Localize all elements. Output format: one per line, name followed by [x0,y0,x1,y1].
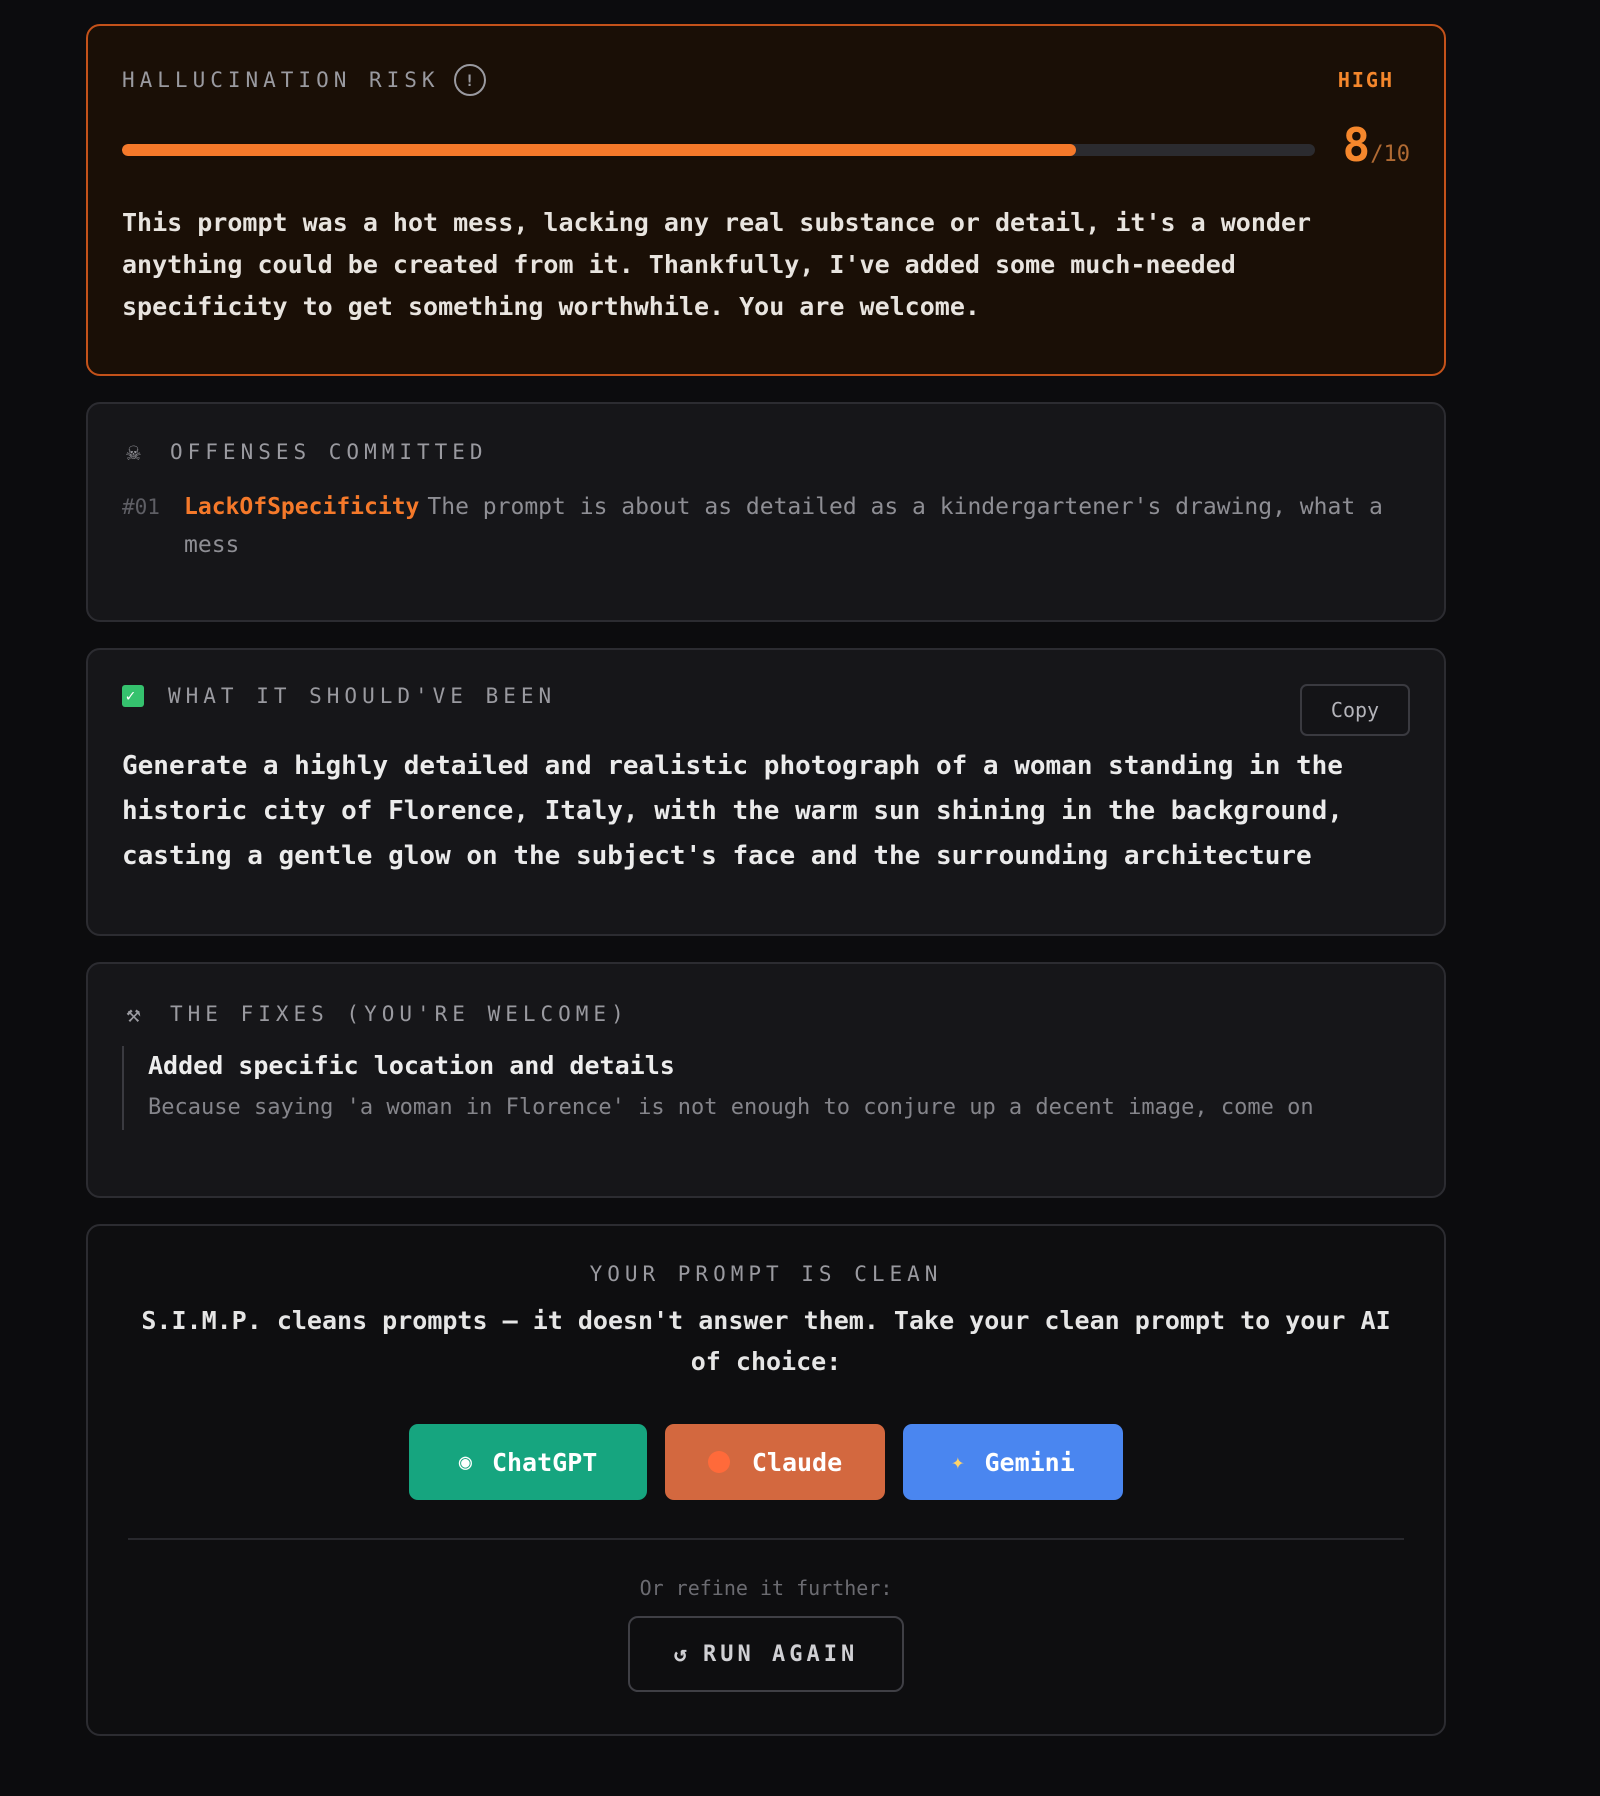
fix-title: Added specific location and details [148,1051,675,1080]
run-again-label: RUN AGAIN [703,1641,859,1667]
offense-body: LackOfSpecificity The prompt is about as … [184,488,1410,564]
improved-prompt-text: Generate a highly detailed and realistic… [122,751,1343,871]
offense-item: #01 LackOfSpecificity The prompt is about… [122,488,1410,564]
refresh-icon: ↺ [673,1641,688,1667]
fix-item: Added specific location and details Beca… [122,1046,1410,1130]
sparkle-icon: ✦ [951,1449,965,1475]
risk-caption-row: HALLUCINATION RISK ! [122,64,486,96]
fixes-card: ⚒ THE FIXES (YOU'RE WELCOME) Added speci… [86,962,1446,1198]
chatgpt-label: ChatGPT [491,1447,598,1477]
ai-buttons-row: ◉ ChatGPT Claude ✦ Gemini [88,1424,1444,1500]
hallucination-risk-card: HALLUCINATION RISK ! HIGH 8/10 This prom… [86,24,1446,376]
claude-label: Claude [751,1447,843,1477]
gemini-label: Gemini [984,1447,1075,1477]
fixes-header: ⚒ THE FIXES (YOU'RE WELCOME) [122,1000,1410,1028]
risk-header: HALLUCINATION RISK ! HIGH [122,64,1410,96]
info-icon[interactable]: ! [453,64,486,96]
risk-score: 8/10 [1343,122,1410,178]
gemini-button[interactable]: ✦ Gemini [903,1424,1123,1500]
orange-dot-icon [707,1451,730,1473]
clean-caption: YOUR PROMPT IS CLEAN [589,1262,943,1286]
risk-bar-fill [122,144,1077,156]
offenses-card: ☠ OFFENSES COMMITTED #01 LackOfSpecifici… [86,402,1446,622]
refine-text: Or refine it further: [639,1576,893,1600]
offense-number: #01 [122,495,160,519]
fixes-caption: THE FIXES (YOU'RE WELCOME) [170,1002,629,1026]
offenses-header: ☠ OFFENSES COMMITTED [122,438,1410,466]
copy-button[interactable]: Copy [1300,684,1410,736]
risk-caption: HALLUCINATION RISK [122,68,440,92]
risk-score-max: /10 [1370,142,1410,167]
run-again-button[interactable]: ↺ RUN AGAIN [628,1616,904,1692]
improved-caption: WHAT IT SHOULD'VE BEEN [168,684,557,708]
risk-meter: 8/10 [122,122,1410,178]
skull-icon: ☠ [126,438,146,466]
robot-icon: ◉ [458,1449,472,1475]
offenses-caption: OFFENSES COMMITTED [170,440,488,464]
clean-description: S.I.M.P. cleans prompts — it doesn't ans… [141,1306,1391,1376]
claude-button[interactable]: Claude [665,1424,885,1500]
fix-description: Because saying 'a woman in Florence' is … [148,1095,1314,1120]
risk-score-value: 8 [1342,118,1371,172]
check-icon: ✓ [122,685,144,707]
tools-icon: ⚒ [126,1000,146,1028]
risk-summary: This prompt was a hot mess, lacking any … [122,208,1312,321]
improved-header: ✓ WHAT IT SHOULD'VE BEEN [122,684,1410,708]
chatgpt-button[interactable]: ◉ ChatGPT [409,1424,647,1500]
improved-prompt-card: ✓ WHAT IT SHOULD'VE BEEN Copy Generate a… [86,648,1446,936]
divider [128,1538,1404,1540]
offense-name: LackOfSpecificity [184,494,420,520]
risk-level-badge: HIGH [1337,68,1394,92]
clean-prompt-card: YOUR PROMPT IS CLEAN S.I.M.P. cleans pro… [86,1224,1446,1736]
risk-bar-track [122,144,1315,156]
results-panel: HALLUCINATION RISK ! HIGH 8/10 This prom… [86,24,1446,1762]
